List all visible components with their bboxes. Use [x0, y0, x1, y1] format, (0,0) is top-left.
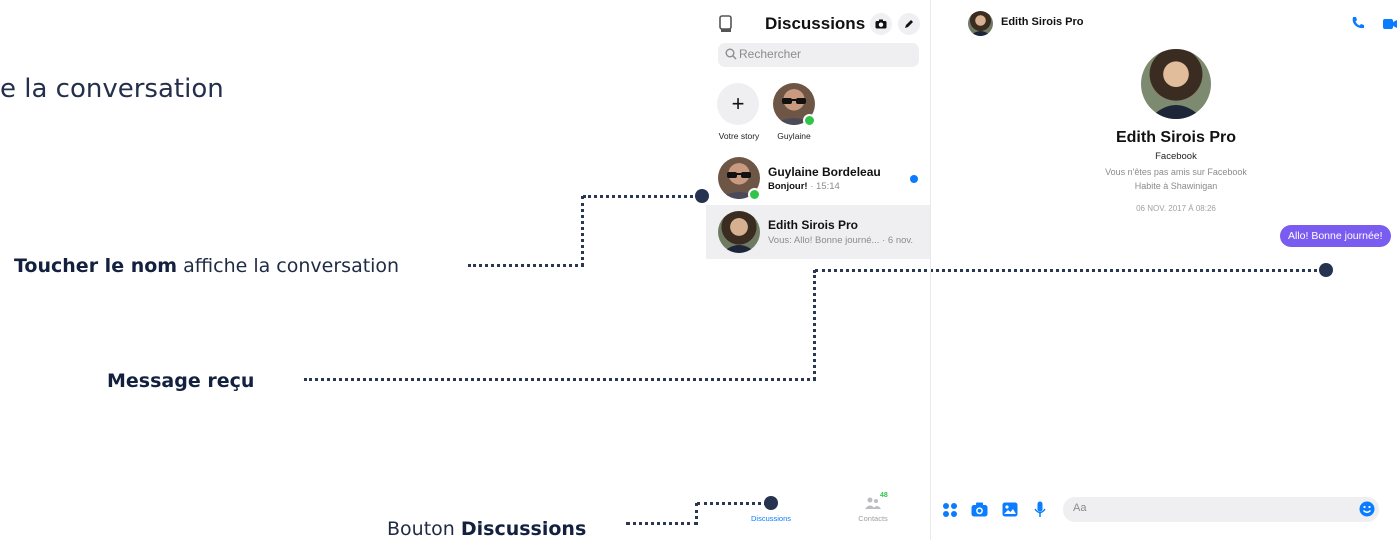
conversation-preview-line: Vous: Allo! Bonne journé... · 6 nov.: [768, 235, 913, 246]
conversation-row-guylaine[interactable]: Guylaine Bordeleau Bonjour! · 15:14: [706, 152, 930, 204]
callout-line-btn-v: [695, 503, 698, 525]
caption-touch-name: Toucher le nom affiche la conversation: [14, 255, 399, 277]
caption-touch-name-rest: affiche la conversation: [177, 255, 400, 277]
conversation-name: Guylaine Bordeleau: [768, 165, 881, 179]
composer-camera-icon[interactable]: [971, 502, 988, 522]
emoji-icon[interactable]: [1359, 501, 1375, 522]
profile-location: Habite à Shawinigan: [1134, 181, 1218, 191]
caption-touch-name-bold: Toucher le nom: [14, 255, 178, 277]
sidebar: Discussions Rechercher + Votre story Guy…: [706, 0, 930, 540]
message-text: Allo! Bonne journée!: [1288, 230, 1383, 242]
tab-discussions[interactable]: Discussions: [736, 492, 806, 528]
story-label-guylaine: Guylaine: [777, 131, 811, 141]
discussions-tab-icon: [764, 494, 778, 508]
story-add[interactable]: +: [717, 83, 759, 125]
plus-icon: +: [731, 91, 745, 116]
search-placeholder: Rechercher: [739, 47, 802, 61]
conversation-preview-line: Bonjour! · 15:14: [768, 181, 840, 192]
online-indicator: [748, 188, 761, 201]
compose-window-icon[interactable]: [718, 14, 734, 34]
phone-icon[interactable]: [1351, 16, 1365, 35]
caption-button-prefix: Bouton: [387, 518, 461, 540]
tab-label: Discussions: [750, 514, 791, 523]
story-label-yours: Votre story: [718, 131, 760, 141]
message-input[interactable]: Aa: [1063, 497, 1379, 522]
callout-line-touch-v: [581, 196, 584, 266]
conversation-preview: Vous: Allo! Bonne journé...: [768, 235, 880, 246]
more-actions-icon[interactable]: [942, 502, 958, 523]
sidebar-title: Discussions: [765, 14, 866, 33]
chat-pane: Edith Sirois Pro Edith Sirois Pro Facebo…: [931, 0, 1397, 540]
tab-label: Contacts: [858, 514, 888, 523]
conversation-name: Edith Sirois Pro: [768, 218, 859, 232]
message-bubble[interactable]: Allo! Bonne journée!: [1280, 225, 1391, 247]
avatar-edith: [718, 211, 760, 253]
contacts-icon: [865, 496, 881, 514]
gallery-icon[interactable]: [1002, 502, 1018, 522]
online-indicator: [803, 114, 816, 127]
chat-header-name[interactable]: Edith Sirois Pro: [1001, 16, 1084, 28]
profile-avatar[interactable]: [1141, 49, 1211, 119]
profile-source: Facebook: [1155, 151, 1197, 162]
microphone-icon[interactable]: [1034, 501, 1046, 523]
chat-header-avatar[interactable]: [968, 11, 993, 36]
callout-line-touch-h2: [583, 195, 699, 198]
caption-top-partial: e la conversation: [0, 74, 224, 104]
caption-button-bold: Discussions: [460, 518, 587, 540]
callout-line-btn-h1: [626, 522, 698, 525]
profile-name: Edith Sirois Pro: [1115, 129, 1236, 146]
caption-message-received-bold: Message reçu: [107, 370, 255, 392]
tab-contacts[interactable]: 48 Contacts: [838, 492, 908, 528]
caption-message-received: Message reçu: [107, 370, 254, 392]
conversation-row-edith[interactable]: Edith Sirois Pro Vous: Allo! Bonne journ…: [706, 205, 930, 259]
callout-line-touch-h1: [468, 264, 584, 267]
message-timestamp: 06 NOV. 2017 À 08:26: [1136, 204, 1216, 213]
video-call-icon[interactable]: [1383, 17, 1397, 35]
new-message-icon[interactable]: [898, 13, 920, 35]
profile-friend-status: Vous n'êtes pas amis sur Facebook: [1105, 167, 1247, 177]
caption-button-discussions: Bouton Discussions: [387, 518, 586, 540]
conversation-time: · 6 nov.: [882, 235, 914, 246]
contacts-badge: 48: [880, 492, 888, 499]
search-field[interactable]: Rechercher: [718, 43, 919, 67]
caption-top-text: e la conversation: [0, 74, 224, 104]
camera-icon[interactable]: [870, 13, 892, 35]
unread-dot: [910, 175, 918, 183]
conversation-preview: Bonjour!: [768, 181, 808, 192]
message-input-placeholder: Aa: [1073, 502, 1087, 514]
conversation-time: · 15:14: [810, 181, 840, 192]
search-icon: [725, 47, 737, 65]
